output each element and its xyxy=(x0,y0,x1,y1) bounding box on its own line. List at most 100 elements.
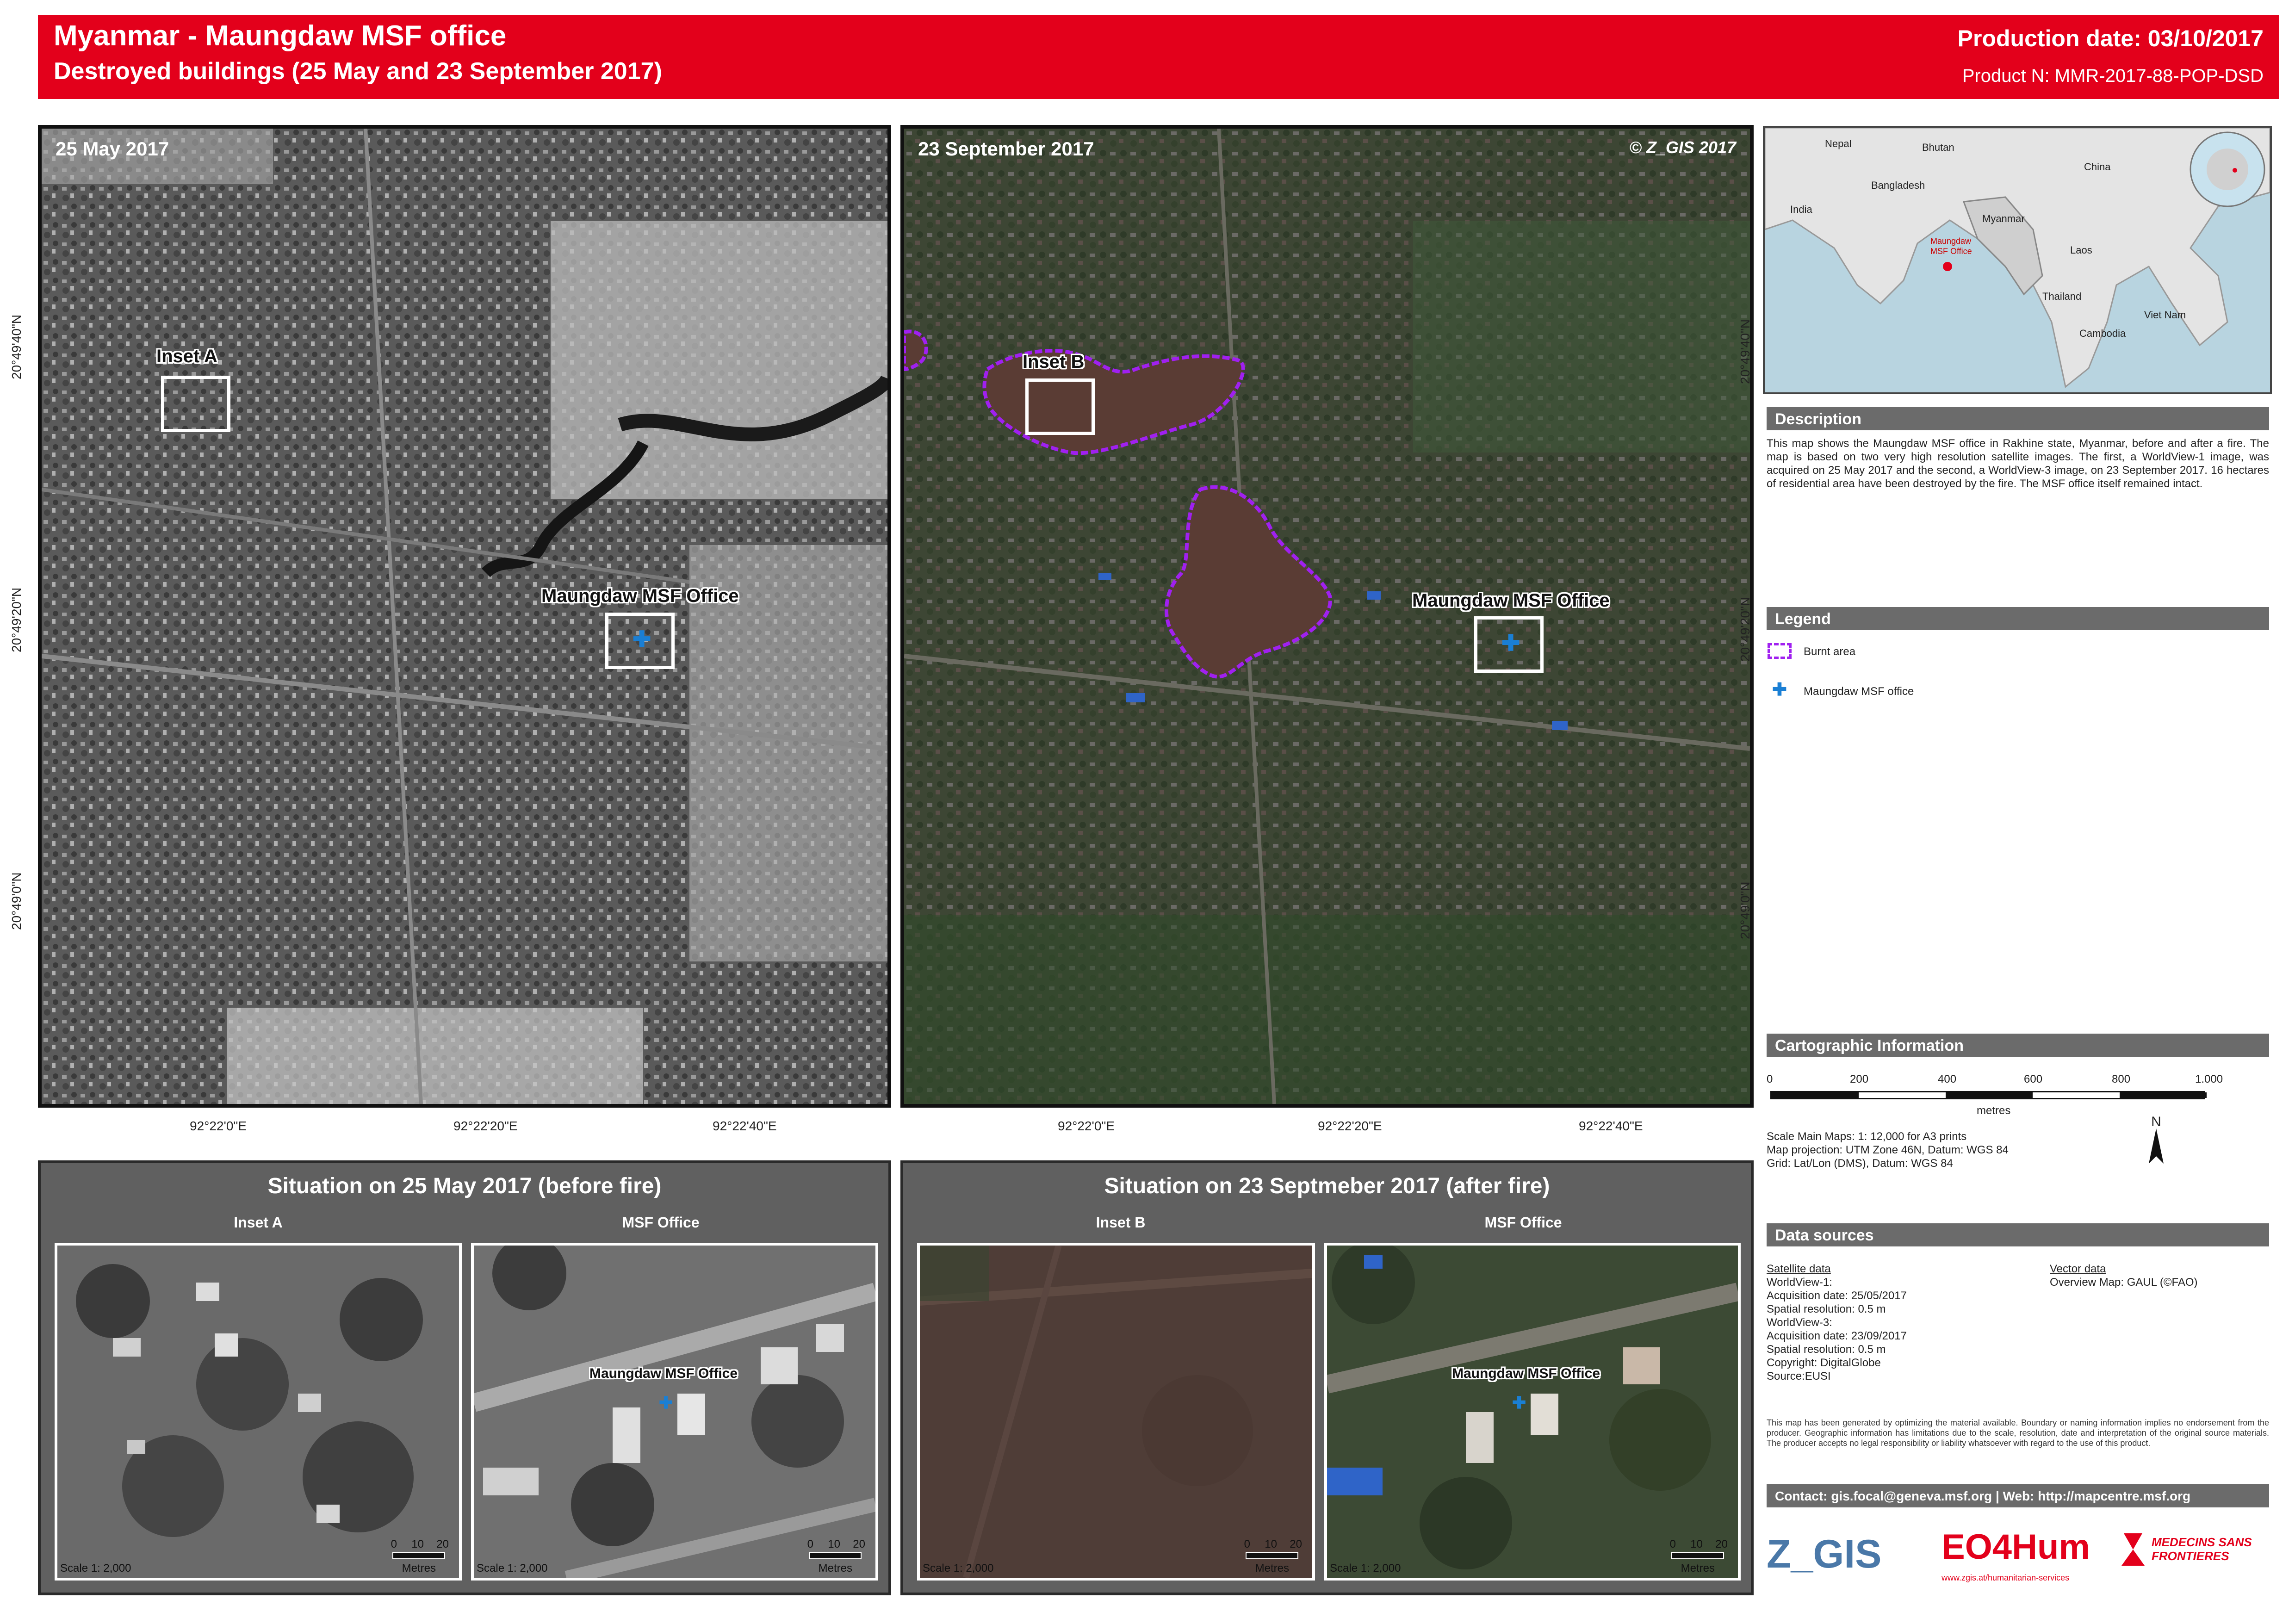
overview-label: Myanmar xyxy=(1982,213,2025,224)
inset-title: Inset B xyxy=(1096,1214,1146,1231)
satellite-inset xyxy=(1327,1246,1738,1578)
overview-label: Bhutan xyxy=(1922,142,1954,153)
description-header: Description xyxy=(1767,407,2269,430)
scale-text: Scale 1: 2,000 xyxy=(477,1562,548,1574)
scale-tick: 10 xyxy=(1690,1538,1703,1550)
description-text: This map shows the Maungdaw MSF office i… xyxy=(1767,437,2269,490)
map-date-label: 25 May 2017 xyxy=(56,138,169,160)
panel-title: Situation on 25 May 2017 (before fire) xyxy=(267,1174,662,1198)
inset-b-box[interactable] xyxy=(1025,378,1095,435)
scale-unit: metres xyxy=(1977,1104,2011,1117)
lon-tick: 92°22'40"E xyxy=(1579,1119,1643,1133)
satellite-inset xyxy=(57,1246,459,1578)
lon-tick: 92°22'20"E xyxy=(1318,1119,1382,1133)
lon-tick: 92°22'0"E xyxy=(190,1119,247,1133)
scale-tick: 0 xyxy=(1669,1538,1676,1550)
scale-tick: 600 xyxy=(2024,1073,2043,1085)
msf-office-marker-icon: ✚ xyxy=(659,1393,673,1412)
scale-tick: 400 xyxy=(1938,1073,1957,1085)
inset-a-box[interactable] xyxy=(161,376,230,432)
lat-tick: 20°49'40"N xyxy=(9,314,24,379)
copyright-label: © Z_GIS 2017 xyxy=(1629,138,1736,157)
overview-label: Bangladesh xyxy=(1871,180,1925,191)
scale-unit: Metres xyxy=(818,1562,852,1574)
scale-tick: 20 xyxy=(436,1538,449,1550)
scale-bar xyxy=(809,1552,862,1559)
inset-title: Inset A xyxy=(234,1214,283,1231)
lon-tick: 92°22'0"E xyxy=(1058,1119,1115,1133)
scale-tick: 10 xyxy=(411,1538,424,1550)
source-line: Spatial resolution: 0.5 m xyxy=(1767,1303,1886,1315)
panel-before-fire: Situation on 25 May 2017 (before fire) I… xyxy=(38,1160,891,1595)
scale-tick: 20 xyxy=(853,1538,865,1550)
msf-logo-icon xyxy=(2119,1529,2147,1570)
map-title: Myanmar - Maungdaw MSF office xyxy=(54,20,507,52)
satellite-image-grayscale xyxy=(42,129,887,1104)
scale-text: Scale 1: 2,000 xyxy=(1330,1562,1401,1574)
source-line: Acquisition date: 25/05/2017 xyxy=(1767,1289,1907,1302)
scale-tick: 0 xyxy=(391,1538,397,1550)
eo4hum-logo: EO4Hum xyxy=(1941,1527,2090,1567)
lat-tick: 20°49'20"N xyxy=(9,587,24,652)
scale-tick: 200 xyxy=(1850,1073,1869,1085)
carto-line: Grid: Lat/Lon (DMS), Datum: WGS 84 xyxy=(1767,1157,1953,1170)
overview-map-drawing xyxy=(1765,128,2270,392)
scale-bar xyxy=(392,1552,445,1559)
lon-tick: 92°22'20"E xyxy=(453,1119,518,1133)
disclaimer: This map has been generated by optimizin… xyxy=(1767,1418,2269,1448)
msf-logo-text: MEDECINS SANS FRONTIERES xyxy=(2152,1535,2252,1563)
panel-title: Situation on 23 Septmeber 2017 (after fi… xyxy=(1104,1174,1550,1198)
inset-b-image[interactable]: Scale 1: 2,000 0 10 20 Metres xyxy=(917,1243,1315,1581)
inset-a-image[interactable]: Scale 1: 2,000 0 10 20 Metres xyxy=(55,1243,462,1581)
scale-tick: 800 xyxy=(2112,1073,2131,1085)
lon-tick: 92°22'40"E xyxy=(713,1119,777,1133)
map-before-fire[interactable]: 25 May 2017 Inset A Maungdaw MSF Office … xyxy=(38,125,891,1108)
msf-office-legend-icon: ✚ xyxy=(1772,680,1787,700)
source-line: Source:EUSI xyxy=(1767,1370,1831,1382)
lat-tick: 20°49'40"N xyxy=(1738,319,1752,384)
scale-tick: 20 xyxy=(1290,1538,1302,1550)
contact-bar: Contact: gis.focal@geneva.msf.org | Web:… xyxy=(1767,1484,2269,1507)
office-label: Maungdaw MSF Office xyxy=(541,586,739,606)
scale-text: Scale 1: 2,000 xyxy=(923,1562,994,1574)
inset-title: MSF Office xyxy=(1484,1214,1562,1231)
msf-office-image[interactable]: Maungdaw MSF Office ✚ Scale 1: 2,000 0 1… xyxy=(1324,1243,1741,1581)
data-sources-header: Data sources xyxy=(1767,1223,2269,1246)
scale-text: Scale 1: 2,000 xyxy=(60,1562,131,1574)
title-banner: Myanmar - Maungdaw MSF office Destroyed … xyxy=(38,15,2279,99)
panel-after-fire: Situation on 23 Septmeber 2017 (after fi… xyxy=(900,1160,1754,1595)
lat-tick: 20°49'0"N xyxy=(1738,881,1752,939)
office-box[interactable]: ✚ xyxy=(1474,616,1544,673)
scale-unit: Metres xyxy=(402,1562,436,1574)
satellite-inset xyxy=(920,1246,1312,1578)
msf-office-image[interactable]: Maungdaw MSF Office ✚ Scale 1: 2,000 0 1… xyxy=(471,1243,878,1581)
map-after-fire[interactable]: 23 September 2017 © Z_GIS 2017 Inset B M… xyxy=(900,125,1754,1108)
scale-unit: Metres xyxy=(1255,1562,1289,1574)
msf-office-marker-icon: ✚ xyxy=(1512,1393,1526,1412)
scale-tick: 0 xyxy=(1767,1073,1773,1085)
scale-tick: 20 xyxy=(1715,1538,1728,1550)
scale-tick: 0 xyxy=(1244,1538,1250,1550)
lat-tick: 20°49'0"N xyxy=(9,872,24,930)
source-line: Spatial resolution: 0.5 m xyxy=(1767,1343,1886,1356)
legend-header: Legend xyxy=(1767,607,2269,630)
eo4hum-url: www.zgis.at/humanitarian-services xyxy=(1941,1573,2070,1582)
zgis-logo: Z_GIS xyxy=(1767,1532,1882,1576)
map-subtitle: Destroyed buildings (25 May and 23 Septe… xyxy=(54,58,662,85)
overview-label: Thailand xyxy=(2042,291,2082,302)
office-box[interactable]: ✚ xyxy=(605,613,675,669)
office-label: Maungdaw MSF Office xyxy=(589,1366,738,1381)
source-line: Copyright: DigitalGlobe xyxy=(1767,1357,1881,1369)
burnt-area-swatch xyxy=(1768,643,1792,659)
scale-bar xyxy=(1770,1091,2207,1099)
scale-unit: Metres xyxy=(1681,1562,1715,1574)
overview-label: Viet Nam xyxy=(2144,309,2186,321)
overview-label: Nepal xyxy=(1825,138,1852,149)
source-line: WorldView-3: xyxy=(1767,1316,1832,1329)
inset-a-label: Inset A xyxy=(156,346,217,366)
inset-b-label: Inset B xyxy=(1023,352,1085,372)
scale-tick: 10 xyxy=(1265,1538,1277,1550)
overview-map[interactable]: Nepal Bhutan Bangladesh India Myanmar Ch… xyxy=(1763,126,2272,394)
satellite-image-color xyxy=(904,129,1750,1104)
contact-text[interactable]: Contact: gis.focal@geneva.msf.org | Web:… xyxy=(1775,1489,2190,1504)
